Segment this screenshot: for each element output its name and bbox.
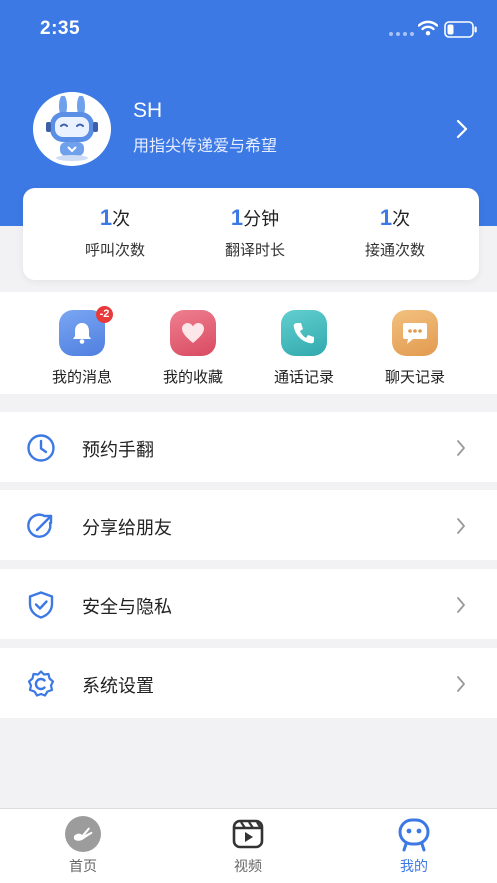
tab-label: 视频 [234,859,262,875]
quick-label: 聊天记录 [384,368,445,386]
share-icon [27,513,53,538]
quick-call-records[interactable]: 通话记录 [254,310,354,387]
chat-icon [392,310,438,356]
status-bar: 2:35 [0,0,497,60]
stat-label: 翻译时长 [224,241,285,259]
menu-item-security-privacy[interactable]: 安全与隐私 [0,569,497,639]
shield-icon [28,591,54,619]
home-hand-icon [65,816,101,852]
quick-label: 我的收藏 [162,368,223,386]
stat-unit: 次 [392,209,411,230]
battery-icon [444,21,477,38]
avatar[interactable] [33,92,111,166]
tab-video[interactable]: 视频 [188,815,308,876]
robot-mascot-icon [46,96,98,161]
quick-actions: -2 我的消息 我的收藏 通话记录 聊天记录 [0,292,497,394]
chevron-right-icon [457,597,465,613]
heart-icon [170,310,216,356]
bell-icon: -2 [59,306,113,356]
quick-my-favorites[interactable]: 我的收藏 [143,310,243,387]
stat-label: 接通次数 [364,241,425,259]
profile-name: SH [133,99,163,122]
stat-value: 1 [99,205,113,230]
chevron-right-icon[interactable] [455,118,469,140]
menu-item-settings[interactable]: 系统设置 [0,648,497,718]
phone-icon [281,310,327,356]
notification-badge: -2 [96,306,113,323]
menu-label: 系统设置 [82,676,154,697]
tab-mine[interactable]: 我的 [354,815,474,876]
stat-call-count: 1次 呼叫次数 [39,188,191,280]
wifi-icon [418,20,438,36]
stat-unit: 分钟 [243,209,280,230]
tab-bar: 首页 视频 我的 [0,808,497,883]
stat-unit: 次 [112,209,131,230]
chevron-right-icon [457,676,465,692]
quick-my-messages[interactable]: -2 我的消息 [32,306,132,387]
stat-connected-count: 1次 接通次数 [319,188,471,280]
video-icon [232,819,264,849]
quick-label: 我的消息 [51,368,112,386]
tab-label: 我的 [400,859,428,875]
tab-home[interactable]: 首页 [23,815,143,876]
menu-label: 安全与隐私 [82,597,172,618]
clock-icon [27,434,55,462]
menu-label: 预约手翻 [82,440,154,461]
settings-icon [27,670,55,697]
stats-card: 1次 呼叫次数 1分钟 翻译时长 1次 接通次数 [23,188,479,280]
stat-translate-duration: 1分钟 翻译时长 [179,188,331,280]
chevron-right-icon [457,518,465,534]
quick-chat-records[interactable]: 聊天记录 [365,310,465,387]
profile-row[interactable]: SH 用指尖传递爱与希望 [0,90,497,168]
quick-label: 通话记录 [273,368,334,386]
menu-item-booking[interactable]: 预约手翻 [0,412,497,482]
status-time: 2:35 [40,18,81,39]
profile-motto: 用指尖传递爱与希望 [133,136,278,155]
menu-item-share[interactable]: 分享给朋友 [0,490,497,560]
tab-label: 首页 [69,859,97,875]
profile-robot-icon [398,818,430,852]
stat-value: 1 [379,205,393,230]
stat-value: 1 [230,205,244,230]
stat-label: 呼叫次数 [84,241,145,259]
chevron-right-icon [457,440,465,456]
cellular-signal-icon [389,32,414,36]
menu-label: 分享给朋友 [82,518,172,539]
